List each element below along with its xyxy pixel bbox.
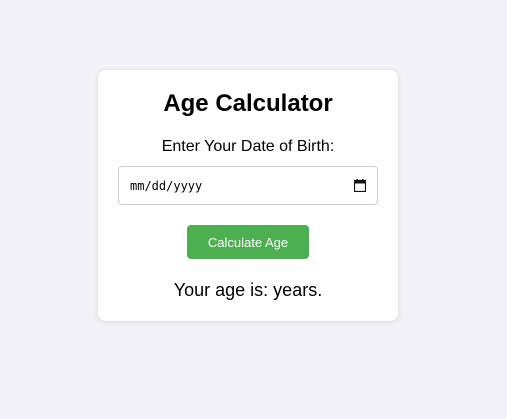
calendar-icon-glyph — [354, 179, 366, 192]
calculate-age-button[interactable]: Calculate Age — [187, 225, 309, 259]
age-calculator-card: Age Calculator Enter Your Date of Birth:… — [98, 70, 398, 321]
calendar-icon[interactable] — [353, 179, 367, 193]
page-title: Age Calculator — [163, 90, 333, 117]
dob-label: Enter Your Date of Birth: — [161, 138, 335, 155]
age-result-text: Your age is: years. — [173, 280, 323, 300]
date-of-birth-input[interactable]: mm/dd/yyyy — [118, 166, 378, 205]
date-input-placeholder: mm/dd/yyyy — [130, 178, 203, 193]
